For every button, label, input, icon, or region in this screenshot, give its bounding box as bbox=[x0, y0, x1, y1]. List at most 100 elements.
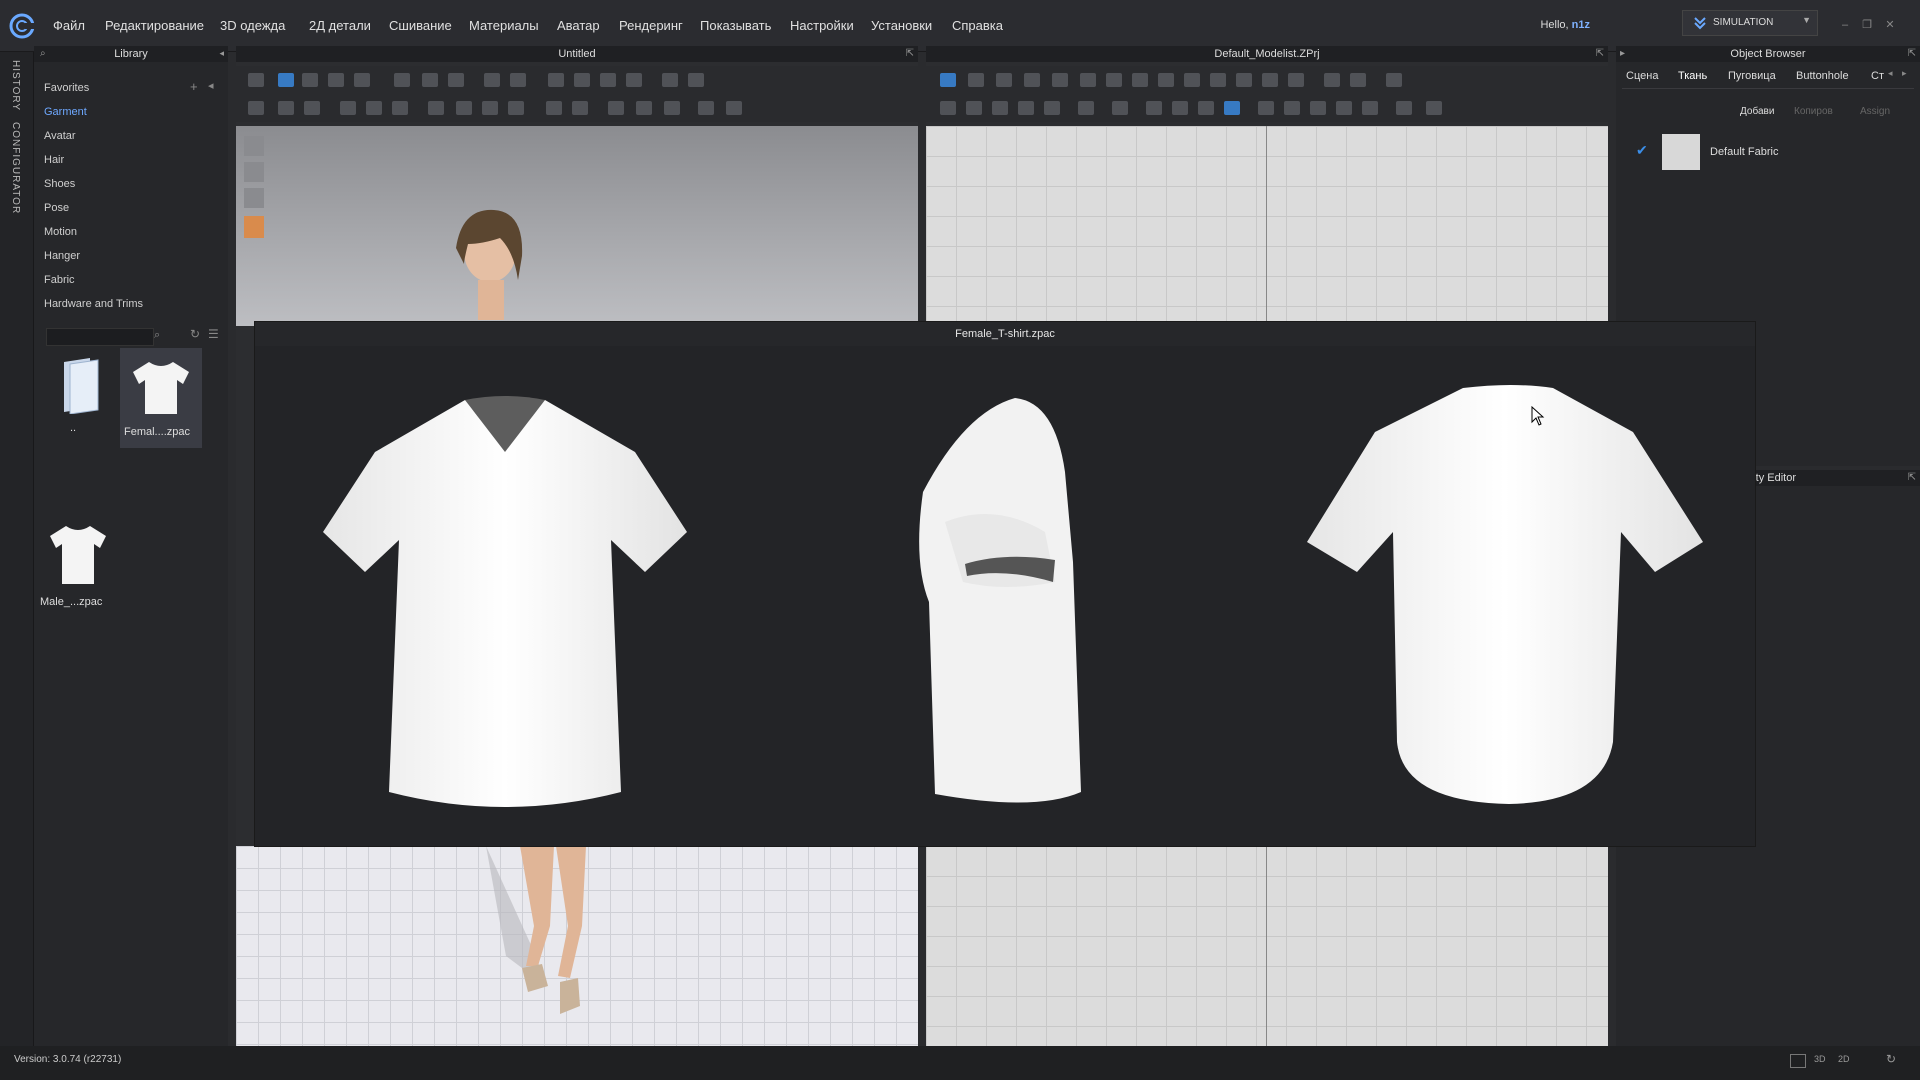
tool-icon[interactable] bbox=[572, 101, 588, 115]
tool-icon[interactable] bbox=[1288, 73, 1304, 87]
tool-icon[interactable] bbox=[508, 101, 524, 115]
tool-icon[interactable] bbox=[546, 101, 562, 115]
menu-render[interactable]: Рендеринг bbox=[619, 18, 683, 33]
tool-icon[interactable] bbox=[1362, 101, 1378, 115]
menu-file[interactable]: Файл bbox=[53, 18, 85, 33]
popout-icon[interactable]: ⇱ bbox=[1908, 472, 1916, 483]
tool-icon[interactable] bbox=[1052, 73, 1068, 87]
tool-icon[interactable] bbox=[248, 101, 264, 115]
pin-icon[interactable]: ⌕ bbox=[40, 48, 46, 59]
library-file[interactable]: Male_...zpac bbox=[38, 518, 120, 618]
tab-history[interactable]: HISTORY bbox=[10, 60, 21, 111]
collapse-icon[interactable]: ◂ bbox=[219, 48, 224, 59]
tool-icon[interactable] bbox=[664, 101, 680, 115]
restore-icon[interactable]: ❐ bbox=[1860, 18, 1874, 32]
assign-fabric-button[interactable]: Assign bbox=[1860, 106, 1890, 117]
tool-icon[interactable] bbox=[394, 73, 410, 87]
tool-icon[interactable] bbox=[1080, 73, 1096, 87]
menu-sewing[interactable]: Сшивание bbox=[389, 18, 452, 33]
tool-icon[interactable] bbox=[636, 101, 652, 115]
move-icon[interactable] bbox=[278, 73, 294, 87]
tool-icon[interactable] bbox=[428, 101, 444, 115]
camera-icon[interactable] bbox=[244, 136, 264, 156]
select-icon[interactable] bbox=[248, 73, 264, 87]
menu-help[interactable]: Справка bbox=[952, 18, 1003, 33]
tool-icon[interactable] bbox=[548, 73, 564, 87]
collapse-icon[interactable]: ▸ bbox=[1620, 48, 1625, 59]
tool-icon[interactable] bbox=[456, 101, 472, 115]
tool-icon[interactable] bbox=[1132, 73, 1148, 87]
pattern-grid-top[interactable] bbox=[926, 126, 1608, 326]
tool-icon[interactable] bbox=[1336, 101, 1352, 115]
library-item-avatar[interactable]: Avatar bbox=[44, 130, 76, 142]
tool-icon[interactable] bbox=[662, 73, 678, 87]
tool-icon[interactable] bbox=[574, 73, 590, 87]
menu-materials[interactable]: Материалы bbox=[469, 18, 539, 33]
tab-buttonhole[interactable]: Buttonhole bbox=[1796, 70, 1849, 82]
tool-icon[interactable] bbox=[1386, 73, 1402, 87]
refresh-icon[interactable]: ↻ bbox=[1886, 1052, 1896, 1066]
tool-icon[interactable] bbox=[354, 73, 370, 87]
fabric-name[interactable]: Default Fabric bbox=[1710, 146, 1778, 158]
tool-icon[interactable] bbox=[392, 101, 408, 115]
viewport-3d-floor[interactable] bbox=[236, 846, 918, 1046]
tab-prev-icon[interactable]: ◂ bbox=[1888, 68, 1893, 79]
tool-icon[interactable] bbox=[1224, 101, 1240, 115]
tool-icon[interactable] bbox=[1158, 73, 1174, 87]
view-2d-icon[interactable]: 2D bbox=[1838, 1054, 1850, 1064]
pattern-grid-bottom[interactable] bbox=[926, 846, 1608, 1046]
avatar-icon[interactable] bbox=[244, 162, 264, 182]
tool-icon[interactable] bbox=[340, 101, 356, 115]
minimize-icon[interactable]: – bbox=[1838, 18, 1852, 32]
tab-configurator[interactable]: CONFIGURATOR bbox=[10, 122, 21, 214]
tool-icon[interactable] bbox=[1324, 73, 1340, 87]
tool-icon[interactable] bbox=[1172, 101, 1188, 115]
tool-icon[interactable] bbox=[448, 73, 464, 87]
list-view-icon[interactable]: ☰ bbox=[208, 327, 219, 341]
checkmark-icon[interactable]: ✔ bbox=[1636, 142, 1648, 159]
library-item-fabric[interactable]: Fabric bbox=[44, 274, 75, 286]
tab-more[interactable]: Ст bbox=[1871, 70, 1884, 82]
menu-settings[interactable]: Настройки bbox=[790, 18, 854, 33]
tool-icon[interactable] bbox=[1044, 101, 1060, 115]
tool-icon[interactable] bbox=[1236, 73, 1252, 87]
tool-icon[interactable] bbox=[302, 73, 318, 87]
view-3d-icon[interactable]: 3D bbox=[1814, 1054, 1826, 1064]
tab-fabric[interactable]: Ткань bbox=[1678, 70, 1707, 82]
back-icon[interactable]: ◂ bbox=[208, 79, 214, 92]
app-logo-icon[interactable] bbox=[8, 12, 36, 40]
tab-next-icon[interactable]: ▸ bbox=[1902, 68, 1907, 79]
tool-icon[interactable] bbox=[1350, 73, 1366, 87]
tool-icon[interactable] bbox=[1112, 101, 1128, 115]
library-item-shoes[interactable]: Shoes bbox=[44, 178, 75, 190]
menu-3d-garment[interactable]: 3D одежда bbox=[220, 18, 285, 33]
tool-icon[interactable] bbox=[304, 101, 320, 115]
tool-icon[interactable] bbox=[1198, 101, 1214, 115]
popout-icon[interactable]: ⇱ bbox=[1908, 48, 1916, 59]
layout-single-icon[interactable] bbox=[1790, 1054, 1806, 1068]
tool-icon[interactable] bbox=[992, 101, 1008, 115]
viewport-3d-scene[interactable] bbox=[236, 126, 918, 326]
tool-icon[interactable] bbox=[726, 101, 742, 115]
library-item-hardware[interactable]: Hardware and Trims bbox=[44, 298, 143, 310]
library-item-pose[interactable]: Pose bbox=[44, 202, 69, 214]
tool-icon[interactable] bbox=[966, 101, 982, 115]
tool-icon[interactable] bbox=[1078, 101, 1094, 115]
lasso-icon[interactable] bbox=[688, 73, 704, 87]
library-item-hanger[interactable]: Hanger bbox=[44, 250, 80, 262]
close-icon[interactable]: ✕ bbox=[1883, 18, 1897, 32]
tool-icon[interactable] bbox=[1106, 73, 1122, 87]
tool-icon[interactable] bbox=[1184, 73, 1200, 87]
tool-icon[interactable] bbox=[1018, 101, 1034, 115]
tool-icon[interactable] bbox=[422, 73, 438, 87]
add-icon[interactable]: + bbox=[190, 79, 198, 94]
library-item-favorites[interactable]: Favorites bbox=[44, 82, 89, 94]
tool-icon[interactable] bbox=[1258, 101, 1274, 115]
shirt-icon[interactable] bbox=[244, 188, 264, 208]
menu-edit[interactable]: Редактирование bbox=[105, 18, 204, 33]
popout-icon[interactable]: ⇱ bbox=[906, 48, 914, 59]
menu-avatar[interactable]: Аватар bbox=[557, 18, 600, 33]
library-item-garment[interactable]: Garment bbox=[44, 106, 87, 118]
select-icon[interactable] bbox=[940, 73, 956, 87]
tool-icon[interactable] bbox=[278, 101, 294, 115]
